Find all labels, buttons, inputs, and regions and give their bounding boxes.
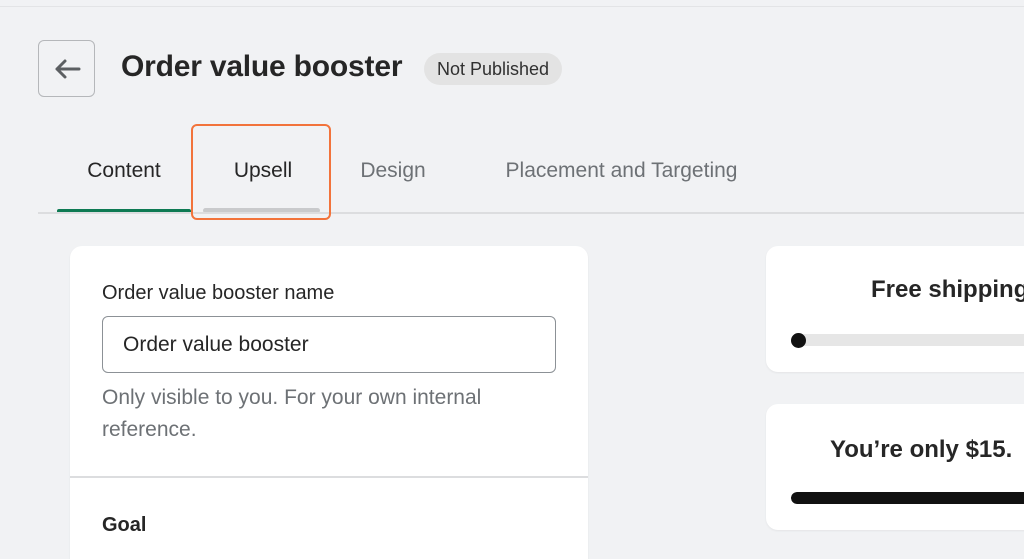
progress-indicator (791, 333, 806, 348)
preview-heading: Free shipping (871, 276, 1024, 303)
tab-placement-and-targeting[interactable]: Placement and Targeting (478, 130, 765, 212)
page: Order value booster Not Published Conten… (0, 0, 1024, 559)
progress-fill (791, 492, 1024, 504)
tabs-divider (38, 212, 1024, 214)
goal-section-title: Goal (102, 514, 147, 536)
tab-bar: Content Upsell Design Placement and Targ… (38, 130, 1024, 214)
preview-card-free-shipping: Free shipping (766, 246, 1024, 372)
status-badge: Not Published (424, 53, 563, 85)
page-title: Order value booster (121, 50, 403, 83)
booster-name-input[interactable] (102, 316, 556, 373)
card-divider (70, 476, 588, 478)
preview-heading: You’re only $15. (830, 436, 1013, 463)
tab-content[interactable]: Content (57, 130, 191, 212)
booster-name-help-text: Only visible to you. For your own intern… (102, 386, 482, 441)
settings-card: Order value booster name Only visible to… (70, 246, 588, 559)
tab-upsell[interactable]: Upsell (203, 130, 323, 212)
arrow-left-icon (55, 59, 80, 78)
top-divider (0, 6, 1024, 7)
preview-card-remaining-amount: You’re only $15. (766, 404, 1024, 530)
tab-design[interactable]: Design (348, 130, 438, 212)
booster-name-label: Order value booster name (102, 282, 335, 304)
back-button[interactable] (38, 40, 95, 97)
progress-bar (791, 492, 1024, 504)
progress-track (791, 334, 1024, 346)
